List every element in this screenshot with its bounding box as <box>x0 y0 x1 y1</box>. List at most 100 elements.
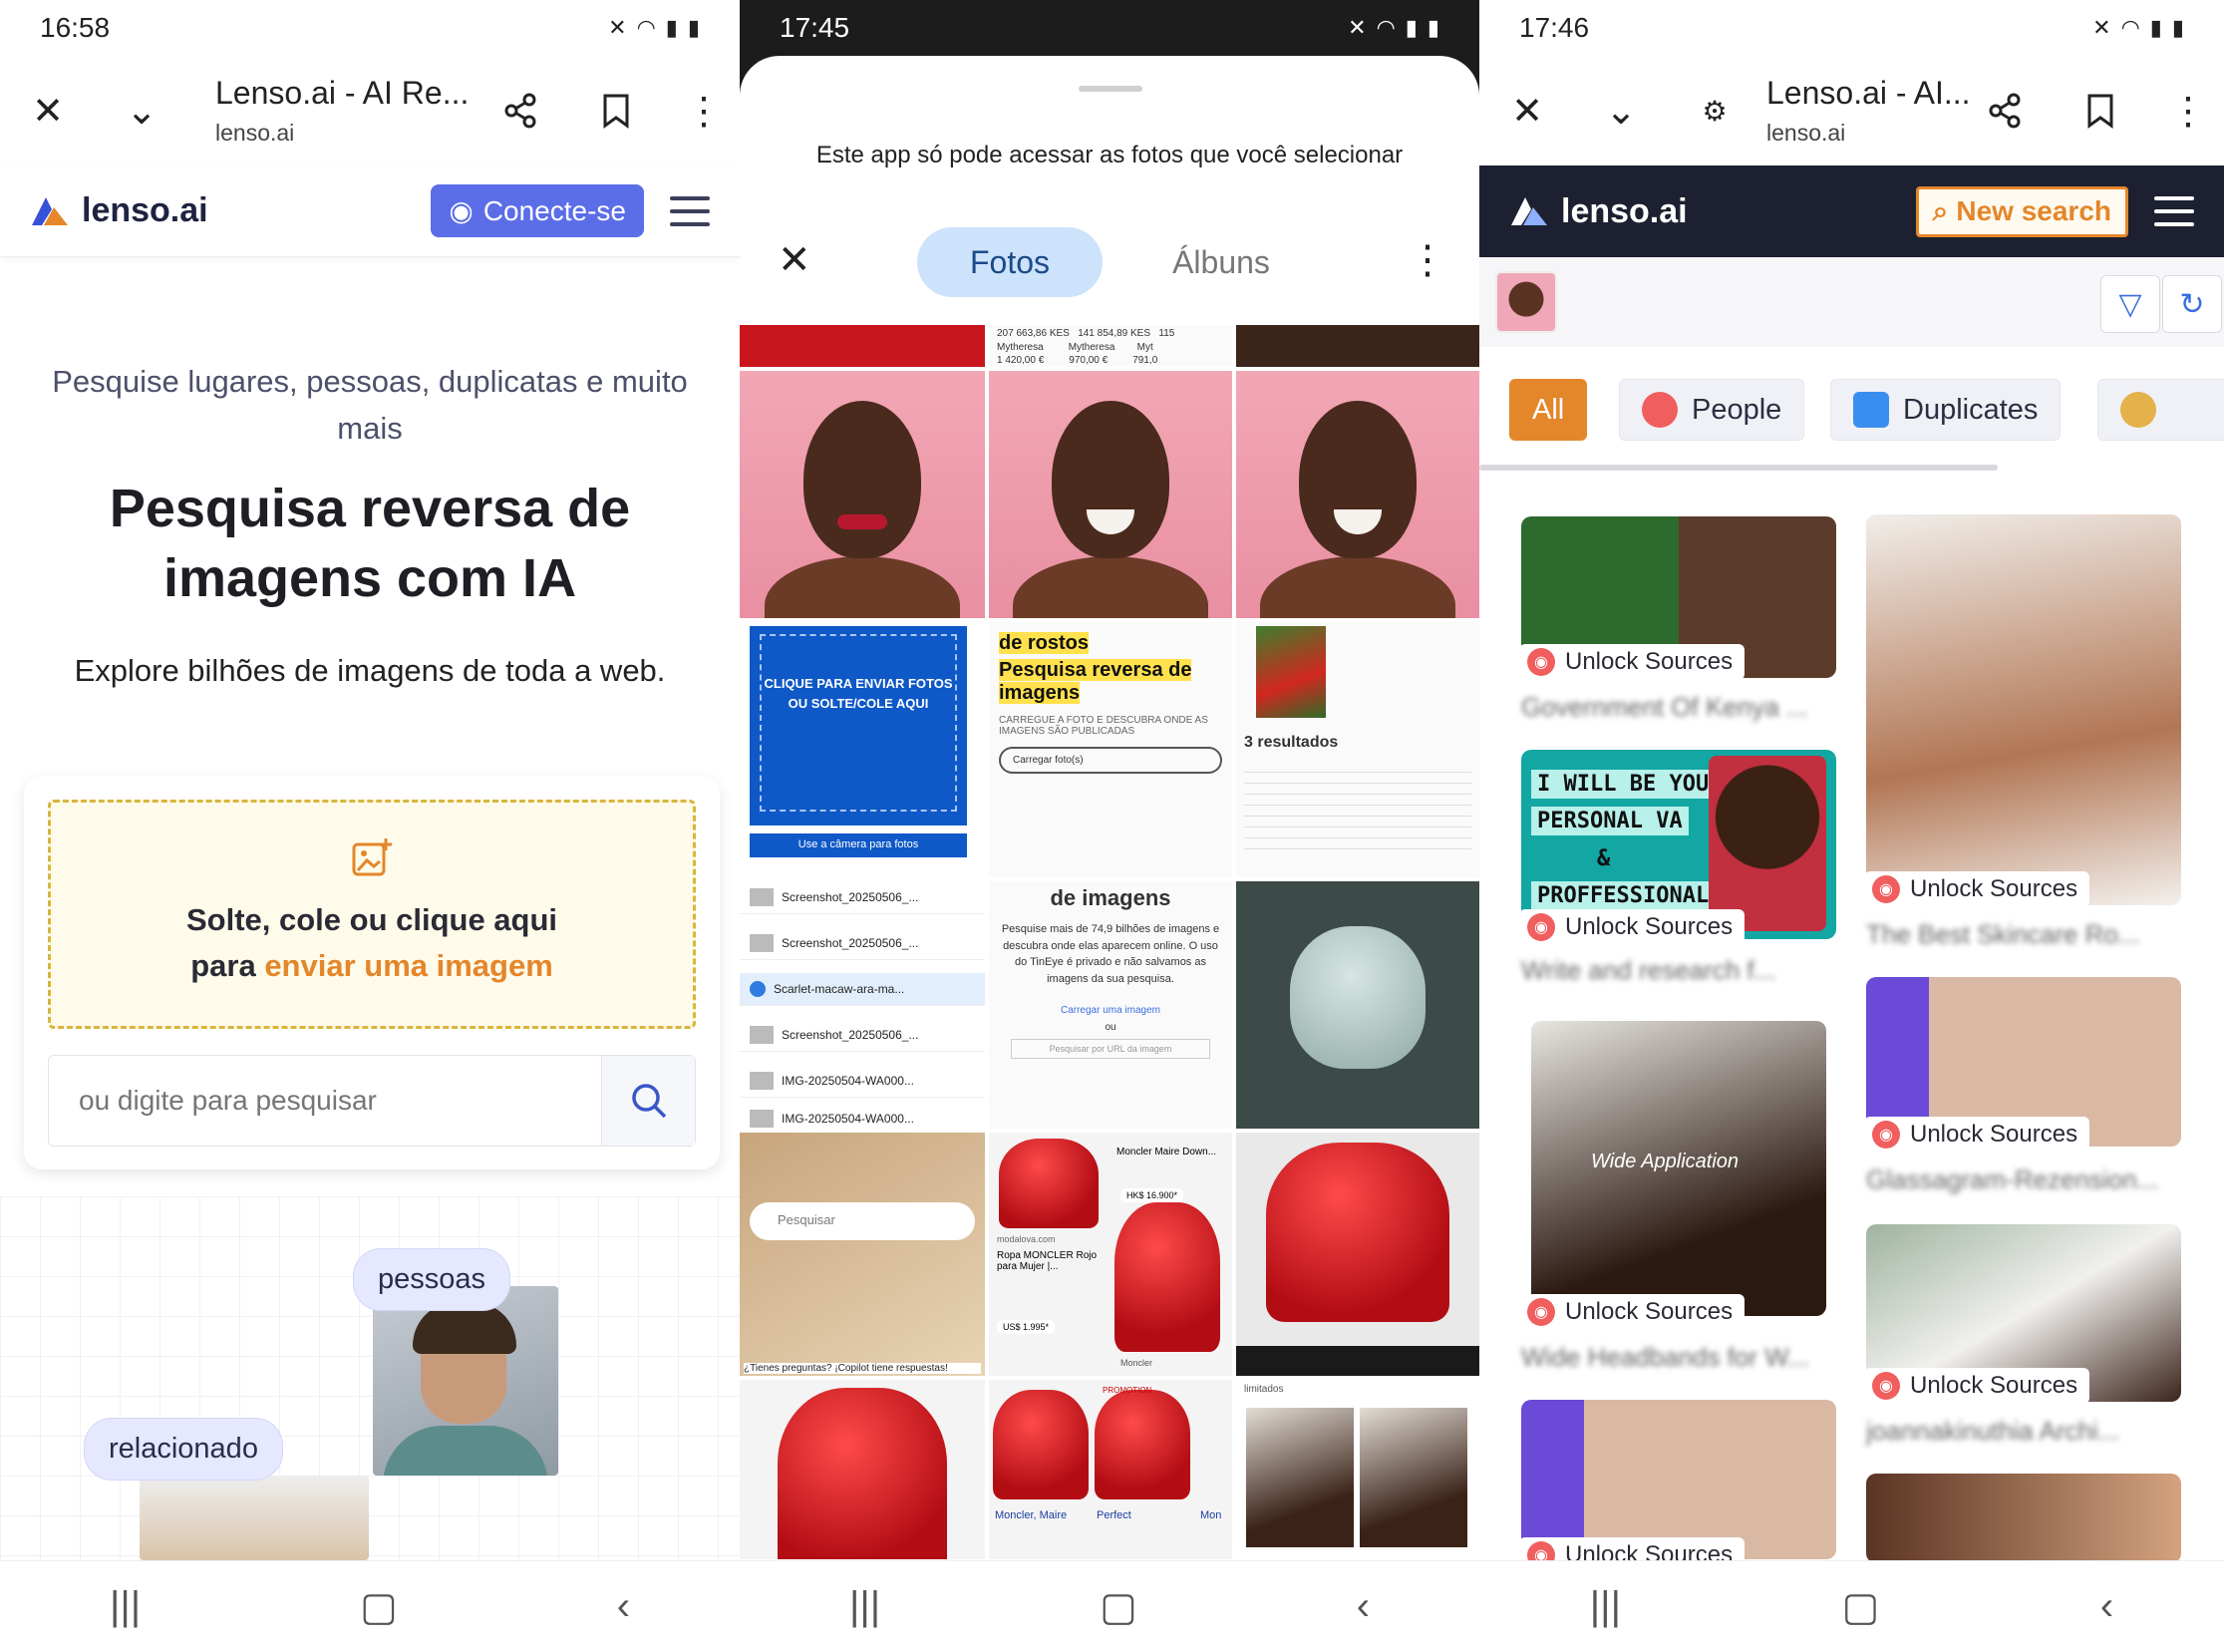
photo-thumb-search-screenshot[interactable]: Pesquisar ¿Tienes preguntas? ¡Copilot ti… <box>740 1133 985 1376</box>
photo-thumb-portrait[interactable] <box>989 371 1232 618</box>
home-icon[interactable]: ▢ <box>1100 1584 1137 1630</box>
photo-thumb-doc2[interactable]: de imagens Pesquise mais de 74,9 bilhões… <box>989 881 1232 1129</box>
limited-text: limitados <box>1244 1384 1284 1395</box>
more-vert-icon[interactable]: ⋮ <box>1408 237 1447 283</box>
recent-apps-icon[interactable]: ||| <box>1590 1584 1621 1629</box>
unlock-sources-button[interactable]: ◉ Unlock Sources <box>1864 871 2090 907</box>
query-image-thumbnail[interactable] <box>1495 271 1557 333</box>
site-header: lenso.ai ⌕ New search <box>1479 165 2224 257</box>
result-card[interactable] <box>1866 1474 2181 1563</box>
hero-heading: Pesquisa reversa de imagens com IA <box>109 479 631 609</box>
doc-url-field: Pesquisar por URL da imagem <box>1011 1039 1210 1059</box>
back-icon[interactable]: ‹ <box>2100 1584 2113 1629</box>
photo-thumb-prices[interactable]: 207 663,86 KES 141 854,89 KES 115 Myther… <box>989 325 1232 367</box>
photo-thumb-portrait[interactable] <box>1236 371 1479 618</box>
result-card[interactable] <box>1866 514 2181 905</box>
unlock-sources-button[interactable]: ◉ Unlock Sources <box>1519 1294 1746 1330</box>
chip-people[interactable]: pessoas <box>353 1248 511 1311</box>
lenso-logo[interactable]: lenso.ai <box>1509 192 1688 231</box>
photo-thumb-jacket[interactable] <box>740 1380 985 1559</box>
upload-image-link[interactable]: enviar uma imagem <box>264 948 552 983</box>
status-time: 16:58 <box>40 12 111 43</box>
filter-icon[interactable]: ▽ <box>2100 275 2160 333</box>
recent-apps-icon[interactable]: ||| <box>110 1584 141 1629</box>
filter-all[interactable]: All <box>1509 379 1588 441</box>
recent-apps-icon[interactable]: ||| <box>849 1584 880 1629</box>
close-icon[interactable]: ✕ <box>18 81 78 141</box>
photo-thumb-file-list[interactable]: Screenshot_20250506_... Screenshot_20250… <box>740 881 985 1129</box>
page-title: Lenso.ai - AI Re... <box>215 75 470 111</box>
result-caption: Glassagram-Rezension... <box>1866 1164 2159 1194</box>
back-icon[interactable]: ‹ <box>617 1584 630 1629</box>
search-button[interactable] <box>601 1056 695 1146</box>
photo-thumb-women[interactable]: limitados <box>1236 1380 1479 1559</box>
file-row: IMG-20250504-WA000... <box>740 1065 985 1098</box>
lock-icon: ◉ <box>1872 1372 1900 1400</box>
bookmark-icon[interactable] <box>2070 81 2130 141</box>
photo-thumb[interactable] <box>740 325 985 367</box>
search-input[interactable] <box>49 1056 601 1146</box>
photo-thumb-jacket-row[interactable]: PROMOTION Moncler, Maire Perfect Mon <box>989 1380 1232 1559</box>
unlock-sources-button[interactable]: ◉ Unlock Sources <box>1519 644 1746 680</box>
more-vert-icon[interactable]: ⋮ <box>2158 81 2218 141</box>
image-drop-zone[interactable]: Solte, cole ou clique aqui para enviar u… <box>48 800 696 1029</box>
connect-button[interactable]: ◉ Conecte-se <box>431 184 644 237</box>
close-icon[interactable]: ✕ <box>778 237 811 283</box>
photo-thumb-red-jacket[interactable] <box>1236 1133 1479 1376</box>
tab-albums[interactable]: Álbuns <box>1136 227 1306 297</box>
promo-line: PERSONAL VA <box>1531 807 1689 836</box>
hamburger-menu-icon[interactable] <box>670 195 710 226</box>
bookmark-icon[interactable] <box>586 81 646 141</box>
price-text: 1 420,00 € <box>997 355 1045 366</box>
unlock-label: Unlock Sources <box>1910 1121 2078 1148</box>
refresh-icon[interactable]: ↻ <box>2162 275 2222 333</box>
unlock-sources-button[interactable]: ◉ Unlock Sources <box>1864 1368 2090 1404</box>
share-icon[interactable] <box>1975 81 2035 141</box>
result-card[interactable]: Wide Application <box>1531 1021 1826 1316</box>
photo-thumb-jacket-shop[interactable]: Moncler Maire Down... HK$ 16.900* modalo… <box>989 1133 1232 1376</box>
lenso-logo[interactable]: lenso.ai <box>30 191 208 230</box>
unlock-sources-button[interactable]: ◉ Unlock Sources <box>1864 1117 2090 1153</box>
tab-photos[interactable]: Fotos <box>917 227 1103 297</box>
lock-icon: ◉ <box>1527 1298 1555 1326</box>
share-icon[interactable] <box>490 81 550 141</box>
search-bar <box>48 1055 696 1147</box>
chevron-down-icon[interactable]: ⌄ <box>112 81 171 141</box>
chevron-down-icon[interactable]: ⌄ <box>1591 81 1651 141</box>
photo-thumb-portrait[interactable] <box>740 371 985 618</box>
home-icon[interactable]: ▢ <box>1842 1584 1880 1630</box>
search-icon: ⌕ <box>1932 194 1949 226</box>
lenso-logo-icon <box>1511 197 1547 225</box>
filter-related[interactable] <box>2097 379 2224 441</box>
search-widget: Pesquisar <box>750 1202 975 1240</box>
camera-button[interactable]: Use a câmera para fotos <box>750 833 967 857</box>
photo-thumb[interactable] <box>1236 325 1479 367</box>
result-card[interactable] <box>1521 1400 1836 1559</box>
filter-scrollbar[interactable] <box>1479 465 1998 471</box>
panel-lenso-home: 16:58 ✕ ◠ ▮ ▮ ✕ ⌄ Lenso.ai - AI Re... le… <box>0 0 740 1652</box>
unlock-sources-button[interactable]: ◉ Unlock Sources <box>1519 909 1746 945</box>
jacket-label: Ropa MONCLER Rojo para Mujer |... <box>997 1250 1098 1272</box>
hamburger-menu-icon[interactable] <box>2154 196 2194 226</box>
chip-related[interactable]: relacionado <box>84 1418 283 1481</box>
filter-chips: All People Duplicates <box>1479 371 2224 451</box>
photo-thumb-earbuds-case[interactable] <box>1236 881 1479 1129</box>
back-icon[interactable]: ‹ <box>1357 1584 1370 1629</box>
hero-subtitle: Pesquise lugares, pessoas, duplicatas e … <box>52 364 688 446</box>
drag-handle[interactable] <box>1079 86 1142 92</box>
file-name: IMG-20250504-WA000... <box>782 1074 914 1088</box>
home-icon[interactable]: ▢ <box>360 1584 398 1630</box>
photo-thumb-upload-card[interactable]: CLIQUE PARA ENVIAR FOTOS OU SOLTE/COLE A… <box>750 626 967 826</box>
filter-duplicates[interactable]: Duplicates <box>1830 379 2062 441</box>
jacket-price: HK$ 16.900* <box>1120 1188 1184 1202</box>
close-icon[interactable]: ✕ <box>1497 81 1557 141</box>
more-vert-icon[interactable]: ⋮ <box>674 81 734 141</box>
site-header: lenso.ai ◉ Conecte-se <box>0 165 740 257</box>
photo-thumb-doc1[interactable]: de rostos Pesquisa reversa de imagens CA… <box>989 622 1232 877</box>
site-settings-icon[interactable]: ⚙ <box>1685 81 1745 141</box>
photo-thumb-doc3[interactable]: 3 resultados <box>1236 622 1479 877</box>
filter-people[interactable]: People <box>1619 379 1805 441</box>
doc-title: de imagens <box>1050 885 1171 910</box>
signal-icon: ▮ <box>1405 15 1418 40</box>
new-search-button[interactable]: ⌕ New search <box>1915 185 2128 237</box>
